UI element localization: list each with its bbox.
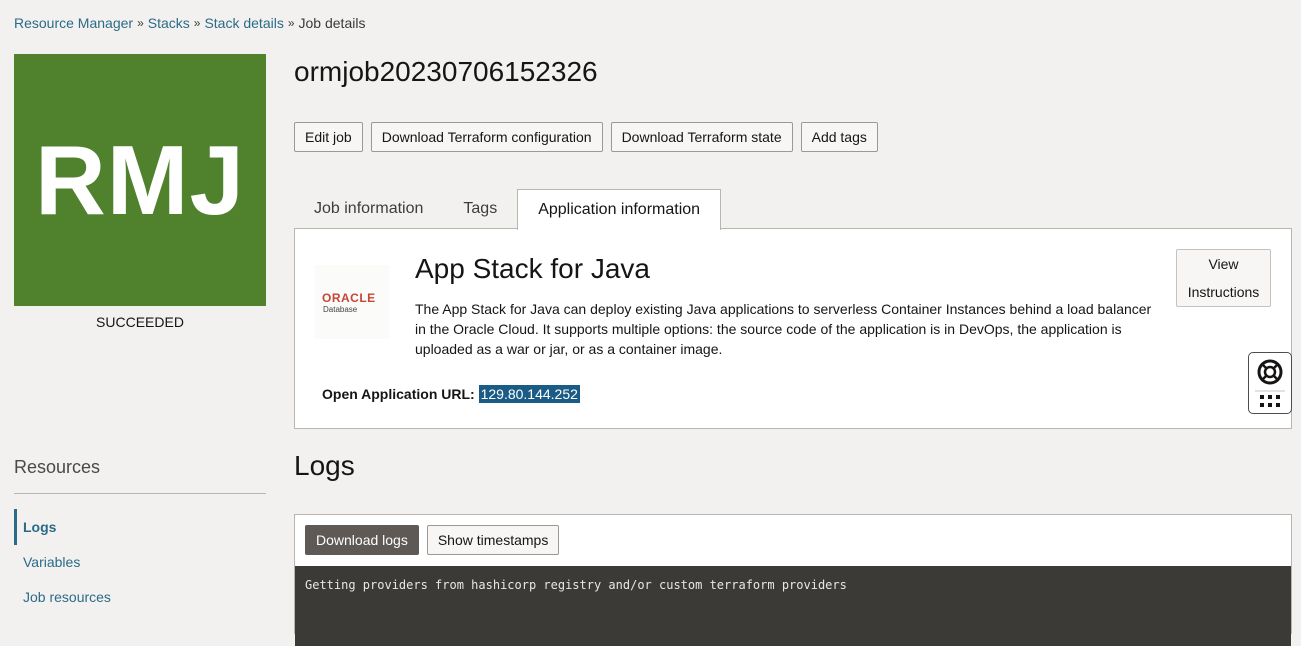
download-terraform-state-button[interactable]: Download Terraform state — [610, 122, 793, 152]
sidebar-item-job-resources[interactable]: Job resources — [23, 589, 111, 605]
logs-panel: Download logs Show timestamps Getting pr… — [294, 514, 1292, 646]
job-status-label: SUCCEEDED — [96, 314, 184, 330]
show-timestamps-button[interactable]: Show timestamps — [426, 525, 560, 555]
breadcrumb-current: Job details — [298, 15, 366, 31]
application-info-panel: ORACLE Database App Stack for Java The A… — [294, 228, 1292, 429]
badge-text: RMJ — [35, 124, 245, 235]
view-instructions-line1: View — [1208, 256, 1239, 272]
detail-tabs: Job information Tags Application informa… — [294, 189, 722, 230]
action-toolbar: Edit job Download Terraform configuratio… — [294, 122, 878, 152]
page-title: ormjob20230706152326 — [294, 56, 598, 87]
add-tags-button[interactable]: Add tags — [800, 122, 878, 152]
breadcrumb-resource-manager[interactable]: Resource Manager — [14, 15, 133, 31]
breadcrumb: Resource Manager » Stacks » Stack detail… — [14, 15, 365, 31]
sidebar-item-variables[interactable]: Variables — [23, 554, 80, 570]
app-title: App Stack for Java — [415, 253, 651, 284]
download-logs-button[interactable]: Download logs — [305, 525, 419, 555]
sidebar-item-logs[interactable]: Logs — [23, 519, 56, 535]
application-url-row: Open Application URL: 129.80.144.252 — [322, 385, 580, 403]
log-console: Getting providers from hashicorp registr… — [295, 566, 1291, 646]
logo-brand-text: ORACLE — [322, 291, 376, 305]
active-item-indicator — [14, 509, 17, 545]
lifebuoy-icon — [1255, 359, 1285, 407]
tab-application-information[interactable]: Application information — [517, 189, 722, 230]
log-line: Getting providers from hashicorp registr… — [305, 578, 847, 592]
logs-heading: Logs — [294, 450, 355, 481]
edit-job-button[interactable]: Edit job — [294, 122, 363, 152]
app-description: The App Stack for Java can deploy existi… — [415, 301, 1152, 357]
resources-divider — [14, 493, 266, 494]
application-url-link[interactable]: 129.80.144.252 — [478, 385, 580, 403]
help-widget[interactable] — [1248, 352, 1292, 414]
application-url-label: Open Application URL: — [322, 386, 475, 402]
breadcrumb-separator: » — [287, 16, 295, 30]
oracle-database-logo: ORACLE Database — [315, 265, 389, 339]
breadcrumb-separator: » — [193, 16, 201, 30]
breadcrumb-separator: » — [137, 16, 144, 30]
resources-heading: Resources — [14, 457, 101, 477]
job-status-badge: RMJ — [14, 54, 266, 306]
download-terraform-config-button[interactable]: Download Terraform configuration — [370, 122, 603, 152]
tab-job-information[interactable]: Job information — [294, 189, 443, 229]
logo-sub-text: Database — [323, 305, 358, 314]
view-instructions-button[interactable]: View Instructions — [1176, 249, 1271, 307]
logs-toolbar: Download logs Show timestamps — [305, 525, 560, 555]
breadcrumb-stack-details[interactable]: Stack details — [204, 15, 283, 31]
tab-tags[interactable]: Tags — [443, 189, 517, 229]
view-instructions-line2: Instructions — [1187, 284, 1260, 300]
breadcrumb-stacks[interactable]: Stacks — [148, 15, 190, 31]
